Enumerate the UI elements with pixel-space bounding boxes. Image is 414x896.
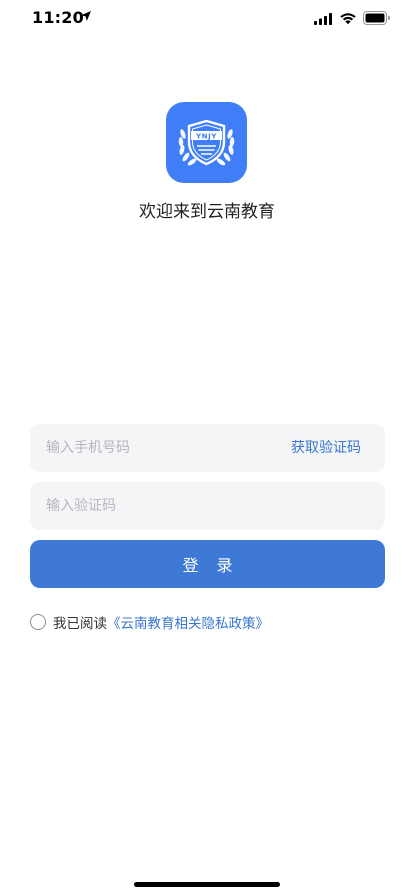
phone-field: 获取验证码 <box>30 424 385 472</box>
get-code-button[interactable]: 获取验证码 <box>291 424 361 472</box>
wifi-icon <box>340 13 356 25</box>
battery-icon <box>363 11 390 25</box>
verification-code-input[interactable] <box>46 482 366 530</box>
cellular-signal-icon <box>314 13 332 25</box>
shield-laurel-emblem: YNJY <box>178 119 235 166</box>
home-indicator <box>134 882 280 887</box>
logo-text: YNJY <box>195 132 217 140</box>
app-logo: YNJY <box>166 102 247 183</box>
login-screen: 11:20 YNJY 欢迎来到云南教育 输入手机号码 获取验证码 输入验证码 登… <box>0 0 414 896</box>
phone-input[interactable] <box>46 424 266 472</box>
privacy-policy-link[interactable]: 《云南教育相关隐私政策》 <box>107 612 269 632</box>
status-bar: 11:20 <box>0 0 414 44</box>
location-arrow-icon <box>81 11 91 21</box>
agree-checkbox[interactable] <box>30 614 46 630</box>
agreement-prefix: 我已阅读 <box>53 616 107 632</box>
status-time: 11:20 <box>32 8 84 27</box>
code-field <box>30 482 385 530</box>
welcome-title: 欢迎来到云南教育 <box>139 202 275 222</box>
login-button[interactable]: 登录 <box>30 540 385 588</box>
privacy-agreement: 我已阅读 《云南教育相关隐私政策》 <box>30 612 269 632</box>
